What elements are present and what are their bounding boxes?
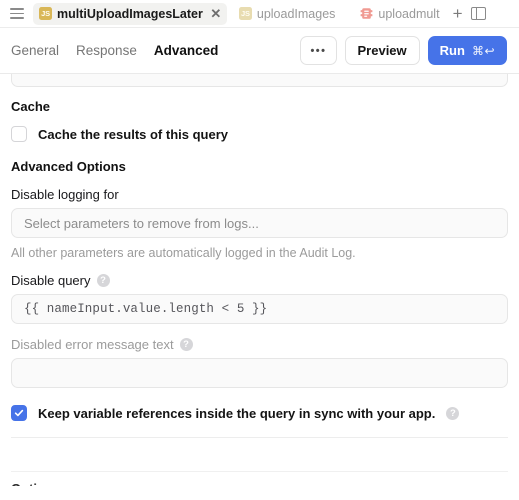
- disable-query-value: {{ nameInput.value.length < 5 }}: [24, 302, 268, 316]
- help-circle-icon[interactable]: ?: [179, 338, 193, 351]
- help-circle-icon[interactable]: ?: [96, 274, 110, 287]
- cache-results-label: Cache the results of this query: [38, 126, 228, 142]
- disable-query-input[interactable]: {{ nameInput.value.length < 5 }}: [11, 294, 508, 324]
- section-divider: [11, 437, 508, 438]
- hamburger-menu-icon[interactable]: [6, 3, 28, 25]
- close-icon[interactable]: ✕: [210, 7, 222, 20]
- tab-label: uploadImages: [256, 6, 336, 21]
- cache-results-row[interactable]: Cache the results of this query: [11, 126, 508, 142]
- editor-toolbar: General Response Advanced ••• Preview Ru…: [0, 28, 519, 74]
- js-icon: JS: [238, 7, 252, 20]
- cut-off-section-title: Options: [11, 481, 508, 486]
- toolbar-tab-group: General Response Advanced: [11, 43, 218, 58]
- tab-label: multiUploadImagesLater: [57, 6, 203, 21]
- run-button[interactable]: Run ⌘↩: [427, 36, 507, 65]
- advanced-settings-panel: Cache Cache the results of this query Ad…: [0, 74, 519, 500]
- disabled-error-label-row: Disabled error message text ?: [11, 337, 508, 352]
- tab-multiuploadimageslater[interactable]: JS multiUploadImagesLater ✕: [33, 2, 227, 25]
- tab-general[interactable]: General: [11, 43, 59, 58]
- tab-label: uploadmult: [378, 6, 440, 21]
- tab-uploadimages[interactable]: JS uploadImages: [233, 3, 341, 25]
- tab-response[interactable]: Response: [76, 43, 137, 58]
- cache-results-checkbox[interactable]: [11, 126, 27, 142]
- toolbar-actions: ••• Preview Run ⌘↩: [300, 36, 507, 65]
- disabled-error-input[interactable]: [11, 358, 508, 388]
- more-options-button[interactable]: •••: [300, 36, 337, 65]
- run-button-label: Run: [439, 43, 465, 58]
- panel-layout-icon[interactable]: [470, 6, 486, 21]
- tab-uploadmult[interactable]: uploadmult: [354, 3, 444, 25]
- disable-logging-placeholder: Select parameters to remove from logs...: [24, 215, 259, 231]
- keep-sync-label: Keep variable references inside the quer…: [38, 405, 436, 421]
- disable-query-label: Disable query: [11, 273, 91, 288]
- run-shortcut-label: ⌘↩: [471, 43, 495, 58]
- advanced-options-section-title: Advanced Options: [11, 159, 126, 174]
- disable-logging-label: Disable logging for: [11, 187, 119, 202]
- keep-sync-checkbox[interactable]: [11, 405, 27, 421]
- help-circle-icon[interactable]: ?: [446, 406, 460, 420]
- tab-advanced[interactable]: Advanced: [154, 43, 219, 58]
- section-divider-secondary: [11, 471, 508, 472]
- disable-logging-helper-text: All other parameters are automatically l…: [11, 246, 356, 260]
- add-tab-button[interactable]: +: [453, 5, 463, 22]
- preview-button[interactable]: Preview: [344, 36, 420, 65]
- api-icon: [360, 7, 373, 20]
- disable-logging-input[interactable]: Select parameters to remove from logs...: [11, 208, 508, 238]
- disable-query-label-row: Disable query ?: [11, 273, 508, 288]
- scrolled-off-input[interactable]: [11, 74, 508, 87]
- js-icon: JS: [39, 7, 52, 20]
- disabled-error-label: Disabled error message text: [11, 337, 174, 352]
- tab-bar: JS multiUploadImagesLater ✕ JS uploadIma…: [0, 0, 519, 28]
- cache-section-title: Cache: [11, 99, 51, 114]
- keep-sync-row[interactable]: Keep variable references inside the quer…: [11, 405, 508, 421]
